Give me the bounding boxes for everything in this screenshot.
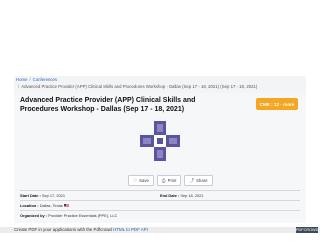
- footer-link[interactable]: HTML to PDF API: [113, 227, 148, 232]
- end-date-label: End Date :: [160, 193, 180, 198]
- save-button[interactable]: ♡ Save: [128, 175, 154, 186]
- save-label: Save: [139, 178, 149, 183]
- share-button[interactable]: ⤴ Share: [184, 175, 213, 186]
- divider: [20, 210, 300, 211]
- breadcrumb: Home / Conferences / Advanced Practice Prov…: [14, 76, 306, 93]
- organizer-row: Organized by : Provider Practice Essenti…: [20, 213, 117, 218]
- organizer-label: Organized by :: [20, 213, 48, 218]
- organizer-value[interactable]: Provider Practice Essentials (PPE), LLC: [48, 213, 117, 218]
- print-label: Print: [167, 178, 177, 183]
- medical-cross-logo-icon: [140, 121, 180, 161]
- location-row: Location : Dallas, Texas: [20, 203, 69, 208]
- location-label: Location :: [20, 203, 39, 208]
- breadcrumb-conferences-link[interactable]: Conferences: [33, 77, 57, 82]
- heart-icon: ♡: [133, 178, 138, 183]
- pdf-footer: Create PDF in your applications with the…: [0, 227, 320, 233]
- printer-icon: ⎙: [161, 178, 166, 183]
- cme-badge[interactable]: CME : 12 · more: [256, 98, 298, 110]
- footer-text: Create PDF in your applications with the…: [14, 227, 112, 232]
- action-buttons: ♡ Save ⎙ Print ⤴ Share: [128, 175, 213, 186]
- share-icon: ⤴: [189, 178, 195, 183]
- end-date-row: End Date : Sep 18, 2021: [160, 193, 204, 198]
- footer-text-row: Create PDF in your applications with the…: [14, 227, 148, 233]
- pdfcrowd-badge[interactable]: PDFCROWD: [296, 227, 318, 233]
- location-value: Dallas, Texas: [39, 203, 63, 208]
- print-button[interactable]: ⎙ Print: [156, 175, 182, 186]
- breadcrumb-current-row: / Advanced Practice Provider (APP) Clinic…: [16, 84, 257, 90]
- end-date-value: Sep 18, 2021: [180, 193, 204, 198]
- us-flag-icon: [63, 204, 69, 208]
- breadcrumb-separator: /: [18, 84, 20, 89]
- divider: [20, 190, 300, 191]
- start-date-label: Start Date :: [20, 193, 41, 198]
- breadcrumb-current: Advanced Practice Provider (APP) Clinica…: [21, 84, 258, 89]
- start-date-value: Sep 17, 2021: [41, 193, 66, 198]
- logo-cross-bars: [140, 121, 180, 161]
- breadcrumb-row: Home / Conferences: [16, 77, 57, 83]
- divider: [20, 200, 300, 201]
- breadcrumb-separator: /: [29, 77, 31, 82]
- event-title: Advanced Practice Provider (APP) Clinica…: [20, 97, 196, 113]
- start-date-row: Start Date : Sep 17, 2021: [20, 193, 65, 198]
- event-card: Advanced Practice Provider (APP) Clinica…: [14, 93, 306, 223]
- share-label: Share: [196, 178, 208, 183]
- breadcrumb-home-link[interactable]: Home: [16, 77, 27, 82]
